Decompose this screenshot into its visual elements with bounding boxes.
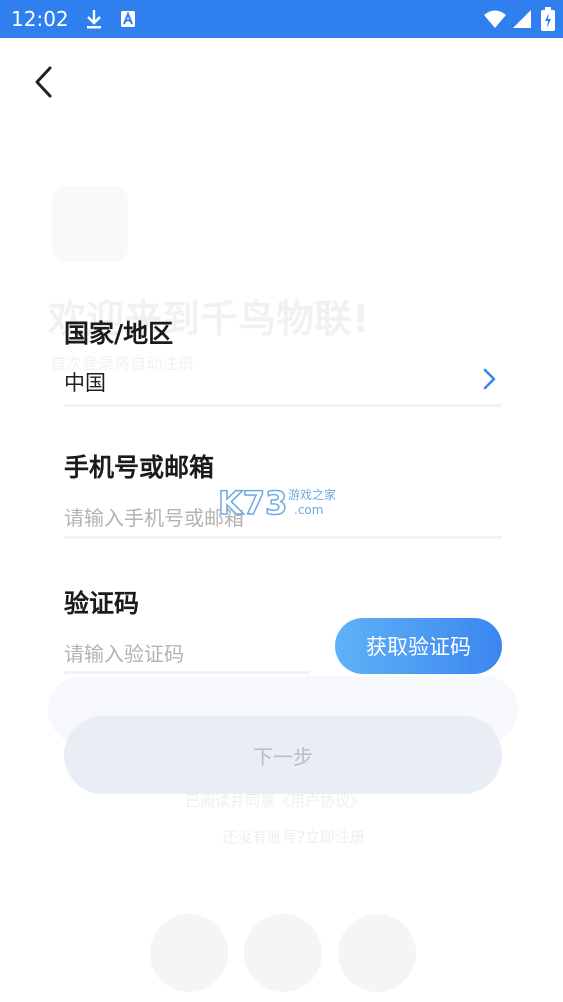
code-input[interactable]: 请输入验证码 (64, 638, 184, 667)
ghost-flash-icon (338, 914, 416, 992)
country-divider (64, 404, 502, 407)
status-time: 12:02 (11, 7, 69, 31)
next-button[interactable]: 下一步 (64, 716, 502, 794)
watermark-logo-text: K73 (217, 483, 288, 523)
get-code-button[interactable]: 获取验证码 (335, 618, 502, 674)
wifi-icon (484, 10, 506, 28)
country-value[interactable]: 中国 (64, 367, 106, 397)
account-input[interactable]: 请输入手机号或邮箱 (64, 502, 244, 531)
watermark-logo: K73 游戏之家 .com (217, 483, 348, 526)
code-divider (64, 671, 310, 674)
battery-icon (541, 7, 555, 31)
a-notification-icon (121, 11, 135, 27)
account-label: 手机号或邮箱 (64, 453, 215, 482)
chevron-right-icon[interactable] (478, 367, 500, 391)
watermark-line1: 游戏之家 (288, 488, 337, 502)
ghost-app-logo (52, 186, 128, 262)
country-label: 国家/地区 (64, 319, 174, 348)
account-divider (64, 536, 502, 539)
status-bar: 12:02 (0, 0, 563, 38)
cell-signal-icon (513, 10, 531, 28)
back-chevron-icon[interactable] (28, 62, 64, 102)
ghost-google-icon (150, 914, 228, 992)
ghost-register-text: 还没有账号?立即注册 (222, 828, 365, 846)
download-icon (87, 10, 101, 29)
ghost-wechat-icon (244, 914, 322, 992)
watermark-line2: .com (294, 503, 324, 517)
code-label: 验证码 (64, 589, 140, 618)
